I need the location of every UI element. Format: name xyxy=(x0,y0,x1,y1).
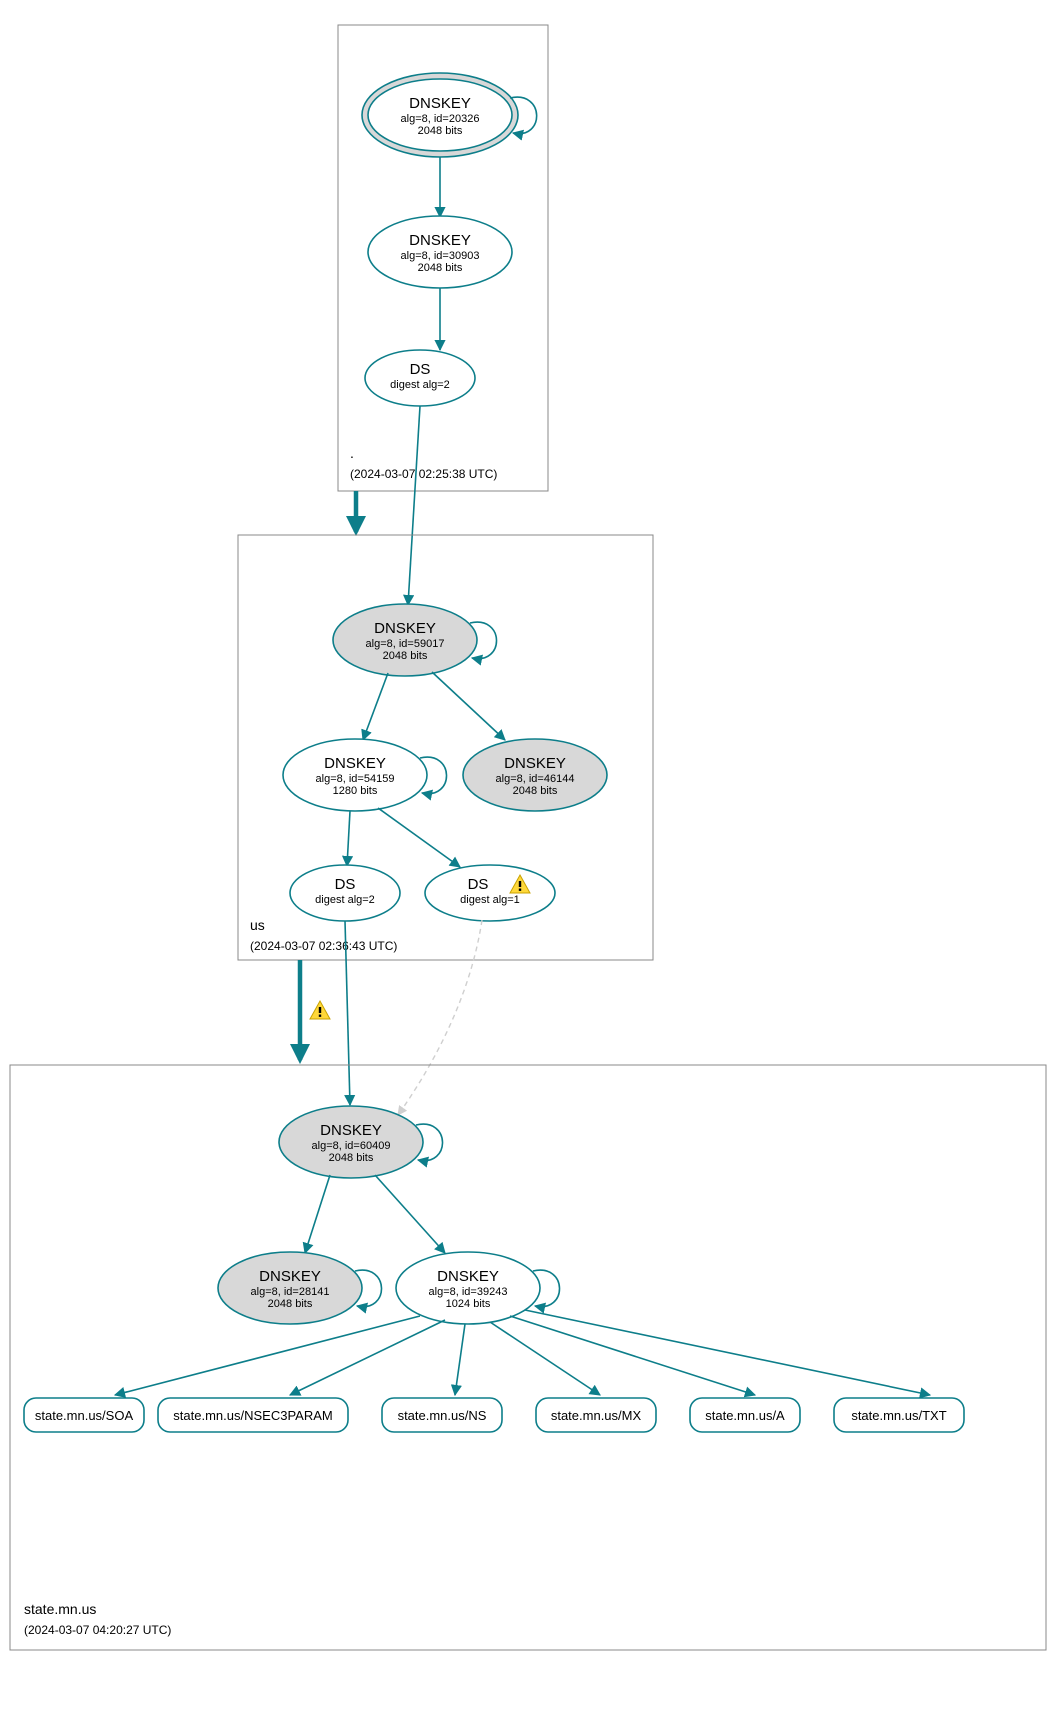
node-root-zsk: DNSKEY alg=8, id=30903 2048 bits xyxy=(368,216,512,288)
svg-text:2048 bits: 2048 bits xyxy=(513,785,558,797)
svg-text:2048 bits: 2048 bits xyxy=(268,1298,313,1310)
zone-root: . (2024-03-07 02:25:38 UTC) DNSKEY alg=8… xyxy=(338,25,548,491)
edge-zsk-mx xyxy=(490,1322,600,1395)
svg-text:2048 bits: 2048 bits xyxy=(418,262,463,274)
zone-statemnus: state.mn.us (2024-03-07 04:20:27 UTC) DN… xyxy=(10,1065,1046,1650)
zone-state-name: state.mn.us xyxy=(24,1601,96,1617)
dnssec-diagram: . (2024-03-07 02:25:38 UTC) DNSKEY alg=8… xyxy=(0,0,1056,1711)
edge-root-ds-us-ksk xyxy=(408,406,420,605)
svg-text:state.mn.us/A: state.mn.us/A xyxy=(705,1408,785,1423)
edge-zsk-nsec3 xyxy=(290,1320,445,1395)
svg-text:digest alg=1: digest alg=1 xyxy=(460,894,520,906)
svg-text:2048 bits: 2048 bits xyxy=(329,1152,374,1164)
svg-text:DNSKEY: DNSKEY xyxy=(320,1122,382,1139)
edge-us-ds2-state-ksk xyxy=(398,920,482,1115)
edge-us-zsk-ds2 xyxy=(378,808,460,867)
svg-text:DNSKEY: DNSKEY xyxy=(324,755,386,772)
zone-root-timestamp: (2024-03-07 02:25:38 UTC) xyxy=(350,467,497,481)
svg-text:DNSKEY: DNSKEY xyxy=(409,95,471,112)
svg-text:alg=8, id=20326: alg=8, id=20326 xyxy=(401,113,480,125)
svg-text:alg=8, id=60409: alg=8, id=60409 xyxy=(312,1140,391,1152)
svg-text:DS: DS xyxy=(468,876,489,893)
edge-zsk-txt xyxy=(525,1310,930,1395)
svg-text:DS: DS xyxy=(410,361,431,378)
node-state-ksk: DNSKEY alg=8, id=60409 2048 bits xyxy=(279,1106,423,1178)
svg-text:alg=8, id=30903: alg=8, id=30903 xyxy=(401,250,480,262)
zone-state-timestamp: (2024-03-07 04:20:27 UTC) xyxy=(24,1623,171,1637)
svg-text:1024 bits: 1024 bits xyxy=(446,1298,491,1310)
edge-zsk-ns xyxy=(455,1324,465,1395)
edge-state-ksk-key2 xyxy=(305,1175,330,1253)
zone-us: us (2024-03-07 02:36:43 UTC) DNSKEY alg=… xyxy=(238,535,653,960)
node-us-ds1: DS digest alg=2 xyxy=(290,865,400,921)
rrset-txt: state.mn.us/TXT xyxy=(834,1398,964,1432)
svg-text:alg=8, id=54159: alg=8, id=54159 xyxy=(316,773,395,785)
warning-icon xyxy=(310,1001,330,1019)
svg-text:state.mn.us/NS: state.mn.us/NS xyxy=(398,1408,487,1423)
rrset-soa: state.mn.us/SOA xyxy=(24,1398,144,1432)
node-us-key2: DNSKEY alg=8, id=46144 2048 bits xyxy=(463,739,607,811)
node-state-key2: DNSKEY alg=8, id=28141 2048 bits xyxy=(218,1252,362,1324)
svg-text:1280 bits: 1280 bits xyxy=(333,785,378,797)
svg-text:alg=8, id=28141: alg=8, id=28141 xyxy=(251,1286,330,1298)
svg-text:DNSKEY: DNSKEY xyxy=(504,755,566,772)
svg-text:state.mn.us/TXT: state.mn.us/TXT xyxy=(851,1408,946,1423)
svg-text:state.mn.us/SOA: state.mn.us/SOA xyxy=(35,1408,134,1423)
rrset-ns: state.mn.us/NS xyxy=(382,1398,502,1432)
svg-text:digest alg=2: digest alg=2 xyxy=(390,379,450,391)
svg-text:2048 bits: 2048 bits xyxy=(418,125,463,137)
edge-us-ksk-zsk xyxy=(363,673,388,740)
svg-text:DNSKEY: DNSKEY xyxy=(259,1268,321,1285)
rrset-nsec3param: state.mn.us/NSEC3PARAM xyxy=(158,1398,348,1432)
node-us-ds2: DS digest alg=1 xyxy=(425,865,555,921)
svg-text:state.mn.us/NSEC3PARAM: state.mn.us/NSEC3PARAM xyxy=(173,1408,332,1423)
node-root-ksk: DNSKEY alg=8, id=20326 2048 bits xyxy=(362,73,518,157)
svg-text:DNSKEY: DNSKEY xyxy=(374,620,436,637)
svg-text:alg=8, id=46144: alg=8, id=46144 xyxy=(496,773,575,785)
zone-us-name: us xyxy=(250,917,265,933)
node-root-ds: DS digest alg=2 xyxy=(365,350,475,406)
rrset-a: state.mn.us/A xyxy=(690,1398,800,1432)
svg-text:DNSKEY: DNSKEY xyxy=(409,232,471,249)
svg-text:2048 bits: 2048 bits xyxy=(383,650,428,662)
svg-text:state.mn.us/MX: state.mn.us/MX xyxy=(551,1408,642,1423)
svg-text:DS: DS xyxy=(335,876,356,893)
node-state-zsk: DNSKEY alg=8, id=39243 1024 bits xyxy=(396,1252,540,1324)
node-us-zsk: DNSKEY alg=8, id=54159 1280 bits xyxy=(283,739,427,811)
edge-us-zsk-ds1 xyxy=(347,811,350,866)
rrset-mx: state.mn.us/MX xyxy=(536,1398,656,1432)
edge-zsk-a xyxy=(510,1316,755,1395)
node-us-ksk: DNSKEY alg=8, id=59017 2048 bits xyxy=(333,604,477,676)
svg-text:DNSKEY: DNSKEY xyxy=(437,1268,499,1285)
svg-text:alg=8, id=39243: alg=8, id=39243 xyxy=(429,1286,508,1298)
svg-text:alg=8, id=59017: alg=8, id=59017 xyxy=(366,638,445,650)
zone-us-timestamp: (2024-03-07 02:36:43 UTC) xyxy=(250,939,397,953)
edge-state-ksk-zsk xyxy=(375,1175,445,1253)
svg-text:digest alg=2: digest alg=2 xyxy=(315,894,375,906)
edge-zsk-soa xyxy=(115,1316,420,1395)
zone-root-name: . xyxy=(350,445,354,461)
edge-us-ksk-key2 xyxy=(432,672,505,740)
